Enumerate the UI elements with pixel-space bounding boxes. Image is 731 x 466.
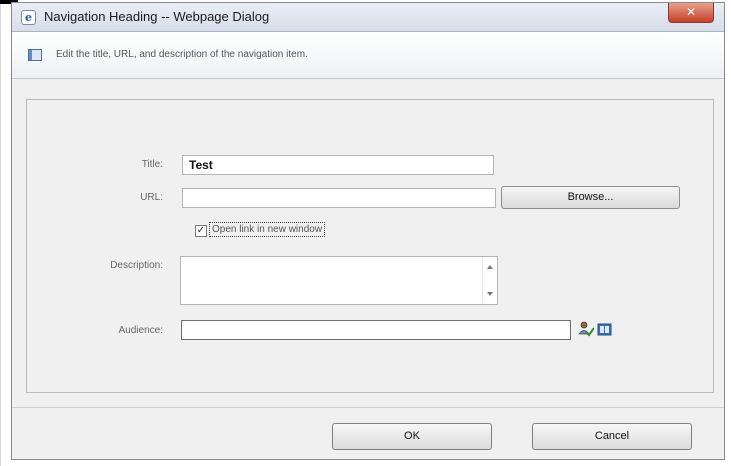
description-scrollbar[interactable]: [482, 257, 497, 304]
webpage-dialog: e Navigation Heading -- Webpage Dialog ✕…: [11, 2, 725, 460]
form-panel: Title: Test URL: Browse... ✓ Open link i…: [26, 99, 714, 393]
ok-button[interactable]: OK: [332, 423, 492, 450]
check-names-icon[interactable]: [578, 321, 594, 338]
title-bar[interactable]: e Navigation Heading -- Webpage Dialog ✕: [12, 3, 724, 32]
url-input[interactable]: [182, 188, 496, 208]
new-window-label[interactable]: Open link in new window: [209, 222, 326, 237]
url-label: URL:: [140, 192, 163, 203]
new-window-checkbox[interactable]: ✓: [195, 225, 207, 237]
audience-input[interactable]: [181, 320, 571, 340]
title-label: Title:: [141, 159, 163, 170]
footer-divider: [12, 407, 724, 408]
audience-label: Audience:: [118, 325, 163, 336]
window-title: Navigation Heading -- Webpage Dialog: [44, 9, 270, 24]
description-textarea[interactable]: [180, 256, 498, 305]
address-book-icon[interactable]: [597, 323, 612, 336]
title-input[interactable]: Test: [182, 155, 494, 175]
header-description: Edit the title, URL, and description of …: [56, 49, 308, 60]
ie-document-icon: e: [21, 10, 36, 25]
cancel-button[interactable]: Cancel: [532, 423, 692, 450]
scroll-up-icon[interactable]: [487, 265, 493, 269]
description-label: Description:: [110, 260, 163, 271]
browse-button[interactable]: Browse...: [501, 186, 680, 209]
header-band: Edit the title, URL, and description of …: [12, 32, 724, 79]
scroll-down-icon[interactable]: [487, 292, 493, 296]
navigation-list-icon: [28, 49, 42, 61]
close-button[interactable]: ✕: [668, 3, 714, 23]
